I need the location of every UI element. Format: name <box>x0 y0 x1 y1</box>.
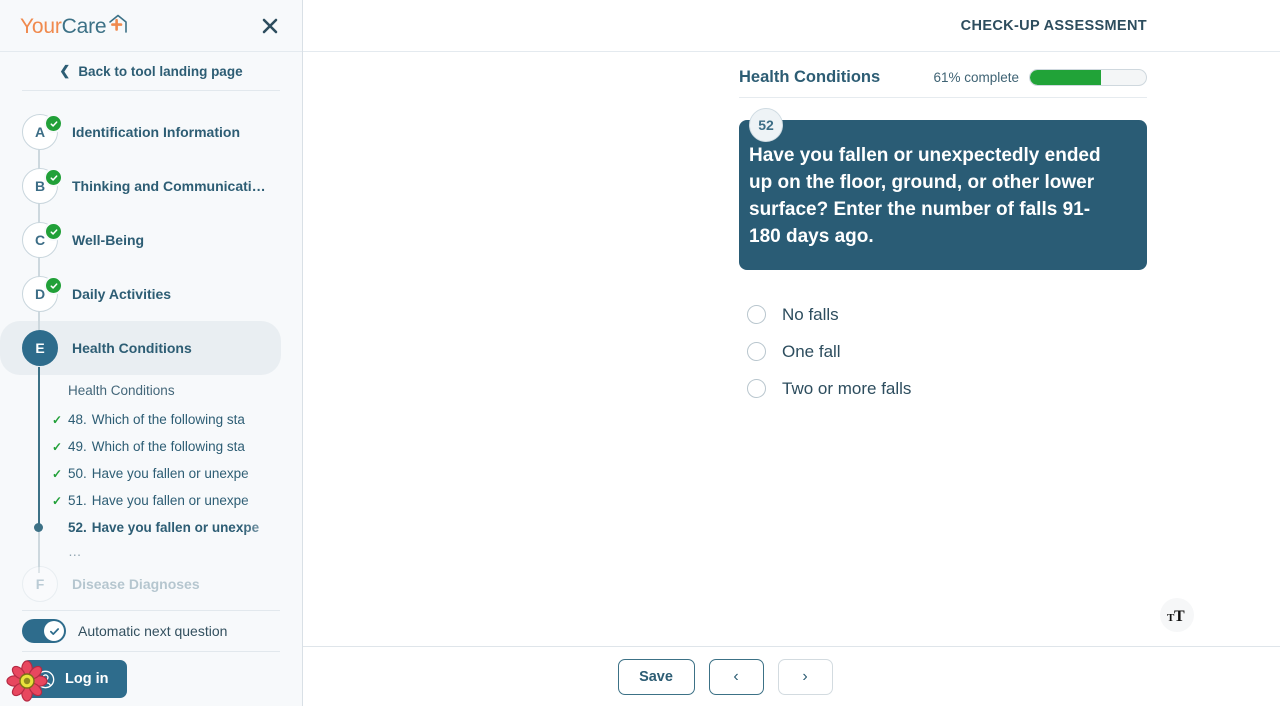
content-area: Health Conditions 61% complete 52 Have y… <box>303 52 1280 646</box>
check-icon <box>44 222 63 241</box>
current-question-dot <box>34 523 43 532</box>
login-area: Log in <box>0 652 302 706</box>
question-card: Have you fallen or unexpectedly ended up… <box>739 120 1147 270</box>
answer-options: No falls One fall Two or more falls <box>747 296 1280 407</box>
check-icon <box>44 276 63 295</box>
subnav-item-text: Have you fallen or unexpe <box>91 520 260 535</box>
login-button[interactable]: Log in <box>22 660 127 698</box>
step-label: Identification Information <box>72 124 240 140</box>
step-label: Well-Being <box>72 232 145 248</box>
check-icon <box>44 114 63 133</box>
progress-label: 61% complete <box>933 70 1019 85</box>
progress-bar <box>1029 69 1147 86</box>
page-title: CHECK-UP ASSESSMENT <box>960 17 1147 34</box>
subnav-item-number: 48. <box>68 412 87 427</box>
step-label: Disease Diagnoses <box>72 576 200 592</box>
check-icon: ✓ <box>52 466 63 481</box>
check-icon <box>44 168 63 187</box>
progress-area: 61% complete <box>933 69 1147 86</box>
progress-bar-fill <box>1030 70 1101 85</box>
main-panel: CHECK-UP ASSESSMENT Health Conditions 61… <box>303 0 1280 706</box>
logo-text-your: Your <box>20 14 62 38</box>
sidebar: Your Care ❮ Back to tool landing page A … <box>0 0 303 706</box>
text-size-icon[interactable]: T T <box>1160 598 1194 632</box>
subnav-item-number: 49. <box>68 439 87 454</box>
user-icon <box>36 670 55 689</box>
option-label: No falls <box>782 304 839 324</box>
subnav-item-50[interactable]: ✓ 50. Have you fallen or unexpe <box>0 460 302 487</box>
subnav-item-text: Have you fallen or unexpe <box>91 466 249 481</box>
option-label: Two or more falls <box>782 378 912 398</box>
subnav-title: Health Conditions <box>68 383 175 398</box>
top-bar: CHECK-UP ASSESSMENT <box>303 0 1280 52</box>
svg-text:T: T <box>1174 608 1185 625</box>
question-card-wrapper: 52 Have you fallen or unexpectedly ended… <box>739 108 1147 270</box>
subnav-item-number: 51. <box>68 493 87 508</box>
question-number-badge: 52 <box>749 108 783 142</box>
subnav-item-48[interactable]: ✓ 48. Which of the following sta <box>0 406 302 433</box>
previous-question-button[interactable]: ‹ <box>708 658 764 695</box>
subnav-item-text: Which of the following sta <box>91 412 245 427</box>
back-to-landing-link[interactable]: ❮ Back to tool landing page <box>0 52 302 90</box>
house-plus-icon <box>107 13 129 33</box>
subnav-item-52[interactable]: 52. Have you fallen or unexpe <box>0 514 302 541</box>
sidebar-header: Your Care <box>0 0 302 52</box>
sidebar-footer: Automatic next question Log in <box>0 610 302 706</box>
save-button[interactable]: Save <box>617 658 695 695</box>
subnav-item-51[interactable]: ✓ 51. Have you fallen or unexpe <box>0 487 302 514</box>
option-two-or-more-falls[interactable]: Two or more falls <box>747 370 1280 407</box>
option-label: One fall <box>782 341 841 361</box>
question-subnav: Health Conditions ✓ 48. Which of the fol… <box>0 367 302 602</box>
subnav-item-number: 52. <box>68 520 87 535</box>
step-label: Daily Activities <box>72 286 172 302</box>
check-icon: ✓ <box>52 439 63 454</box>
sidebar-step-d[interactable]: D Daily Activities <box>0 267 302 321</box>
step-label: Health Conditions <box>72 340 192 356</box>
section-title: Health Conditions <box>739 68 881 86</box>
option-one-fall[interactable]: One fall <box>747 333 1280 370</box>
assessment-app: Your Care ❮ Back to tool landing page A … <box>0 0 1280 706</box>
logo-text-care: Care <box>61 14 107 38</box>
toggle-label: Automatic next question <box>78 623 228 639</box>
footer-toolbar: Save ‹ › <box>303 646 1280 706</box>
check-icon: ✓ <box>52 412 63 427</box>
yourcare-logo[interactable]: Your Care <box>20 13 129 39</box>
sidebar-step-b[interactable]: B Thinking and Communicati… <box>0 159 302 213</box>
subnav-item-text: Which of the following sta <box>91 439 245 454</box>
subnav-more: … <box>68 544 82 559</box>
step-label: Thinking and Communicati… <box>72 178 266 194</box>
option-no-falls[interactable]: No falls <box>747 296 1280 333</box>
step-bubble: F <box>22 566 58 602</box>
check-icon: ✓ <box>52 493 63 508</box>
subnav-item-text: Have you fallen or unexpe <box>91 493 249 508</box>
step-bubble: E <box>22 330 58 366</box>
chevron-left-icon: ❮ <box>59 63 71 78</box>
automatic-next-question-toggle[interactable]: Automatic next question <box>0 611 302 651</box>
sidebar-step-f[interactable]: F Disease Diagnoses <box>0 566 302 602</box>
sidebar-step-e[interactable]: E Health Conditions <box>0 321 281 375</box>
toggle-knob <box>44 621 64 641</box>
login-button-label: Log in <box>65 671 109 687</box>
section-header: Health Conditions 61% complete <box>739 68 1147 98</box>
sidebar-step-a[interactable]: A Identification Information <box>0 105 302 159</box>
next-question-button[interactable]: › <box>777 658 833 695</box>
section-step-list: A Identification Information B Thinking … <box>0 91 302 375</box>
radio-icon[interactable] <box>747 305 766 324</box>
radio-icon[interactable] <box>747 379 766 398</box>
back-link-label: Back to tool landing page <box>78 63 243 79</box>
subnav-item-49[interactable]: ✓ 49. Which of the following sta <box>0 433 302 460</box>
close-icon[interactable] <box>258 14 282 38</box>
radio-icon[interactable] <box>747 342 766 361</box>
subnav-item-number: 50. <box>68 466 87 481</box>
toggle-switch[interactable] <box>22 619 66 643</box>
sidebar-step-c[interactable]: C Well-Being <box>0 213 302 267</box>
question-text: Have you fallen or unexpectedly ended up… <box>749 145 1101 247</box>
